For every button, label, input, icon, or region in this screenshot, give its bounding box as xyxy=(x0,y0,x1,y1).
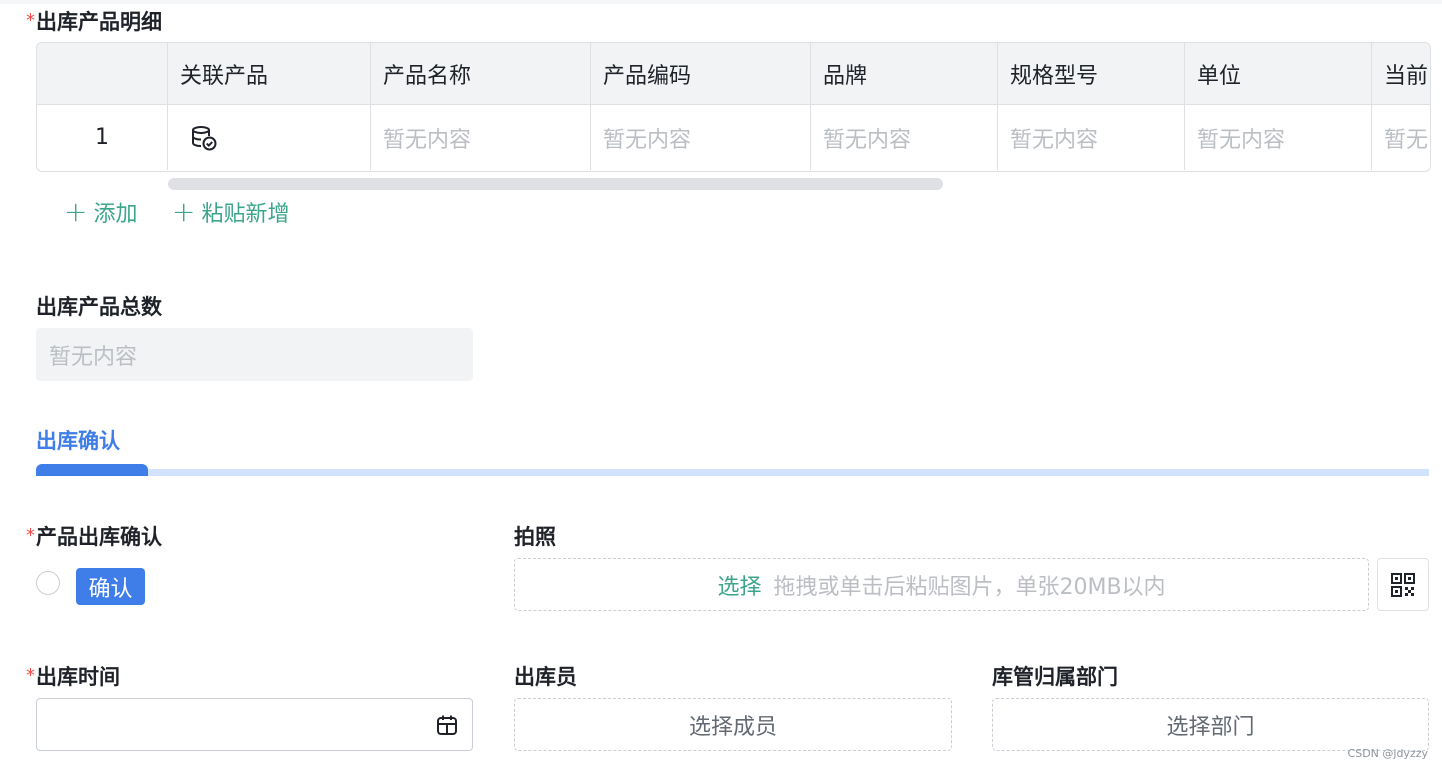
total-count-label: 出库产品总数 xyxy=(36,295,162,319)
photo-upload-area[interactable]: 选择 拖拽或单击后粘贴图片，单张20MB以内 xyxy=(514,558,1369,611)
upload-select-link[interactable]: 选择 xyxy=(717,569,761,601)
product-name-cell: 暂无内容 xyxy=(371,105,591,170)
total-count-placeholder: 暂无内容 xyxy=(49,344,138,370)
product-detail-label: *出库产品明细 xyxy=(26,10,162,34)
linked-product-cell[interactable] xyxy=(168,105,371,170)
spec-cell: 暂无内容 xyxy=(998,105,1185,170)
section-divider xyxy=(36,469,1429,476)
table-header-unit: 单位 xyxy=(1185,43,1372,104)
required-mark: * xyxy=(26,525,35,546)
table-horizontal-scrollbar[interactable] xyxy=(168,178,943,190)
confirm-option-tag[interactable]: 确认 xyxy=(76,568,145,605)
required-mark: * xyxy=(26,665,35,686)
table-header-row: 关联产品 产品名称 产品编码 品牌 规格型号 单位 当前 xyxy=(37,43,1430,105)
watermark: CSDN @jdyzzy xyxy=(1347,747,1428,760)
table-header-index xyxy=(37,43,168,104)
database-check-icon[interactable] xyxy=(190,124,218,152)
table-header-linked-product: 关联产品 xyxy=(168,43,371,104)
section-divider-accent xyxy=(36,464,148,476)
unit-cell: 暂无内容 xyxy=(1185,105,1372,170)
department-picker-placeholder: 选择部门 xyxy=(1166,714,1255,740)
calendar-icon[interactable] xyxy=(436,714,458,736)
qrcode-button[interactable] xyxy=(1377,558,1429,611)
total-count-field: 暂无内容 xyxy=(36,328,473,381)
department-picker[interactable]: 选择部门 xyxy=(992,698,1429,751)
upload-hint: 拖拽或单击后粘贴图片，单张20MB以内 xyxy=(773,574,1166,600)
department-label: 库管归属部门 xyxy=(992,665,1118,689)
table-header-product-name: 产品名称 xyxy=(371,43,591,104)
table-row: 1 暂无内容 暂无内容 暂无内容 暂无内容 暂无内容 暂无内容 xyxy=(37,105,1430,170)
top-divider xyxy=(0,0,1442,4)
table-header-brand: 品牌 xyxy=(811,43,998,104)
out-time-date-input[interactable] xyxy=(36,698,473,751)
table-header-current: 当前 xyxy=(1384,63,1429,89)
member-picker-placeholder: 选择成员 xyxy=(688,714,777,740)
photo-label: 拍照 xyxy=(514,525,556,549)
product-detail-table: 关联产品 产品名称 产品编码 品牌 规格型号 单位 当前 1 暂无内容 暂无内容… xyxy=(36,42,1431,172)
out-time-label: *出库时间 xyxy=(26,665,120,689)
required-mark: * xyxy=(26,10,35,31)
paste-add-button[interactable]: + 粘贴新增 xyxy=(172,195,289,228)
member-picker[interactable]: 选择成员 xyxy=(514,698,952,751)
confirm-label: *产品出库确认 xyxy=(26,525,162,549)
operator-label: 出库员 xyxy=(514,665,577,689)
add-row-button[interactable]: + 添加 xyxy=(64,195,137,228)
table-header-product-code: 产品编码 xyxy=(591,43,811,104)
section-title: 出库确认 xyxy=(36,429,120,453)
current-cell: 暂无内容 xyxy=(1384,127,1430,153)
confirm-radio[interactable] xyxy=(36,571,60,595)
brand-cell: 暂无内容 xyxy=(811,105,998,170)
product-code-cell: 暂无内容 xyxy=(591,105,811,170)
row-index: 1 xyxy=(37,105,168,170)
table-header-spec: 规格型号 xyxy=(998,43,1185,104)
plus-icon: + xyxy=(64,195,88,228)
plus-icon: + xyxy=(172,195,196,228)
qrcode-icon xyxy=(1391,572,1415,597)
